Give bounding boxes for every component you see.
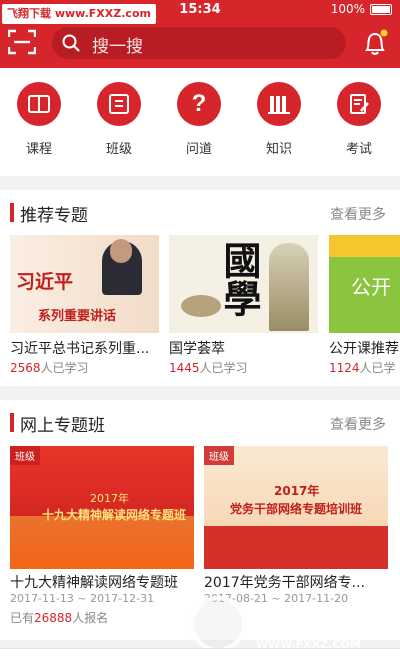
question-icon: ? [177, 82, 221, 126]
category-class[interactable]: 班级 [89, 82, 149, 157]
topic-image: 公开 [329, 235, 400, 333]
category-label: 班级 [105, 142, 132, 157]
top-header: 飞翔下载 www.FXXZ.com 15:34 100% 搜一搜 [0, 0, 400, 68]
search-input[interactable]: 搜一搜 [52, 27, 346, 59]
topic-learners: 2568人已学习 [10, 359, 89, 376]
class-tag: 班级 [204, 446, 234, 465]
section-header: 推荐专题 查看更多 [0, 190, 400, 230]
category-label: 课程 [25, 142, 52, 157]
image-caption: 党务干部网络专题培训班 [230, 502, 363, 516]
class-icon [97, 82, 141, 126]
category-exam[interactable]: 考试 [329, 82, 389, 157]
battery-icon [370, 3, 392, 15]
image-year: 2017年 [90, 492, 129, 505]
learner-suffix: 人已学习 [40, 361, 89, 375]
app-screen: 飞翔下载 www.FXXZ.com 15:34 100% 搜一搜 课程 班级 ?… [0, 0, 400, 669]
category-knowledge[interactable]: 知识 [249, 82, 309, 157]
section-accent [10, 413, 14, 432]
bottom-nav [0, 648, 400, 669]
exam-icon [337, 82, 381, 126]
class-card[interactable]: 2017年 十九大精神解读网络专题班 班级 十九大精神解读网络专题班 2017-… [10, 446, 194, 626]
watermark-text: 飞翔下载 [254, 606, 374, 641]
topic-title: 公开课推荐 [329, 341, 399, 357]
status-bar: 飞翔下载 www.FXXZ.com 15:34 100% [0, 0, 400, 24]
topic-image: 习近平 系列重要讲话 [10, 235, 159, 333]
book-icon [17, 82, 61, 126]
learner-count: 1445 [169, 361, 200, 375]
topic-learners: 1445人已学习 [169, 359, 248, 376]
image-year: 2017年 [274, 484, 320, 498]
image-caption: 十九大精神解读网络专题班 [42, 508, 187, 522]
learner-suffix: 人已学习 [199, 361, 248, 375]
see-more-link[interactable]: 查看更多 [330, 414, 386, 434]
search-icon [62, 34, 80, 52]
signup-count: 26888 [34, 611, 73, 625]
image-band [329, 235, 400, 257]
image-caption-main: 习近平 [16, 271, 74, 293]
image-caption-main: 公开 [351, 275, 391, 299]
section-header: 网上专题班 查看更多 [0, 400, 400, 440]
class-title: 2017年党务干部网络专... [204, 575, 365, 591]
section-accent [10, 203, 14, 222]
scan-icon[interactable] [8, 29, 36, 55]
category-ask[interactable]: ? 问道 [169, 82, 229, 157]
image-caption-main: 國學 [217, 241, 262, 317]
image-glow [10, 516, 194, 569]
learner-count: 1124 [329, 361, 360, 375]
category-label: 知识 [265, 142, 292, 157]
topic-title: 习近平总书记系列重... [10, 341, 150, 357]
topic-card[interactable]: 公开 公开课推荐 1124人已学 [329, 235, 400, 375]
sage-figure [269, 243, 309, 331]
class-image: 2017年 十九大精神解读网络专题班 班级 [10, 446, 194, 569]
topic-card[interactable]: 國學 国学荟萃 1445人已学习 [169, 235, 318, 375]
section-title: 推荐专题 [20, 206, 88, 226]
recommended-section: 推荐专题 查看更多 习近平 系列重要讲话 习近平总书记系列重... 2568人已… [0, 190, 400, 386]
bowl-shape [181, 295, 221, 317]
category-label: 考试 [345, 142, 372, 157]
see-more-link[interactable]: 查看更多 [330, 204, 386, 224]
status-right: 100% [331, 2, 392, 16]
topic-image: 國學 [169, 235, 318, 333]
class-title: 十九大精神解读网络专题班 [10, 575, 178, 591]
section-title: 网上专题班 [20, 416, 105, 436]
learner-suffix: 人已学 [359, 361, 396, 375]
category-course[interactable]: 课程 [9, 82, 69, 157]
portrait-head [110, 239, 132, 263]
category-label: 问道 [185, 142, 212, 157]
signup-suffix: 人报名 [72, 611, 109, 625]
category-grid: 课程 班级 ? 问道 知识 考试 [0, 68, 400, 176]
learner-count: 2568 [10, 361, 41, 375]
battery-percent: 100% [330, 2, 365, 16]
bell-icon[interactable] [359, 27, 391, 59]
topic-title: 国学荟萃 [169, 341, 225, 357]
image-ribbon [204, 526, 388, 569]
image-caption-sub: 系列重要讲话 [38, 309, 117, 324]
topic-learners: 1124人已学 [329, 359, 396, 375]
class-image: 2017年 党务干部网络专题培训班 班级 [204, 446, 388, 569]
class-signups: 已有26888人报名 [10, 609, 108, 626]
signup-prefix: 已有 [10, 611, 35, 625]
books-icon [257, 82, 301, 126]
class-date: 2017-11-13 ~ 2017-12-31 [10, 592, 155, 605]
watermark-circle [190, 596, 246, 652]
class-tag: 班级 [10, 446, 40, 465]
search-placeholder: 搜一搜 [92, 37, 143, 57]
topic-card[interactable]: 习近平 系列重要讲话 习近平总书记系列重... 2568人已学习 [10, 235, 159, 375]
